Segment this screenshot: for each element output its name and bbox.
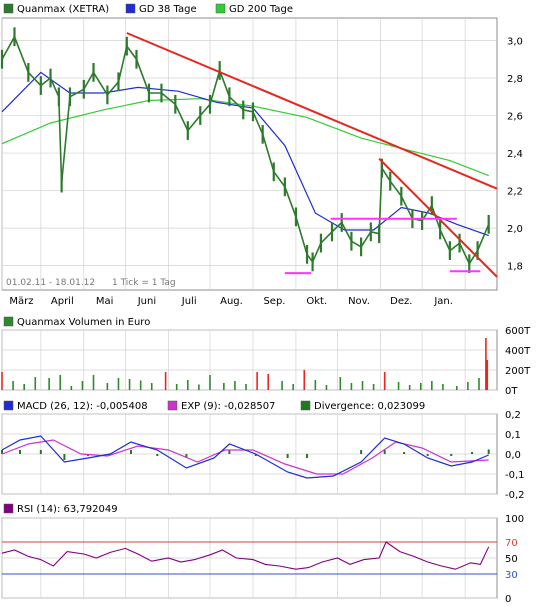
volume-y-tick-label: 400T [505,346,531,357]
price-x-tick-label: Sep. [263,296,285,307]
legend-swatch-sma200 [215,3,226,14]
price-y-tick-label: 2,8 [507,74,523,85]
legend-swatch-rsi [3,503,14,514]
legend-swatch-divergence [300,400,311,411]
price-x-tick-label: Juni [137,296,156,307]
price-y-tick-label: 2,0 [507,224,523,235]
price-x-tick-label: April [51,296,74,307]
price-x-tick-label: Mai [96,296,114,307]
rsi-y-tick-label: 30 [505,570,518,581]
price-y-tick-label: 2,2 [507,187,523,198]
price-x-tick-label: Juli [181,296,197,307]
legend-label-price: Quanmax (XETRA) [17,4,109,15]
volume-title: Quanmax Volumen in Euro [17,317,150,328]
stock-chart: Quanmax (XETRA) GD 38 Tage GD 200 Tage 3… [0,0,545,606]
price-y-tick-label: 3,0 [507,37,523,48]
date-range-label: 01.02.11 - 18.01.12 [6,278,95,288]
price-x-tick-label: März [9,296,33,307]
rsi-y-tick-label: 50 [505,554,518,565]
price-x-tick-label: Okt. [306,296,327,307]
price-x-tick-label: Nov. [348,296,370,307]
macd-y-tick-label: 0,2 [505,410,521,421]
legend-label-rsi: RSI (14): 63,792049 [17,504,118,515]
macd-y-tick-label: 0,1 [505,430,521,441]
rsi-y-tick-label: 0 [505,594,511,605]
legend-swatch-volume [3,316,14,327]
price-x-tick-label: Dez. [390,296,412,307]
price-x-tick-label: Jan. [433,296,453,307]
legend-label-sma200: GD 200 Tage [229,4,293,15]
tick-note: 1 Tick = 1 Tag [112,278,176,288]
legend-swatch-price [3,3,14,14]
price-x-tick-label: Aug. [220,296,243,307]
macd-y-tick-label: -0,1 [505,470,525,481]
legend-swatch-macd [3,400,14,411]
legend-label-sma38: GD 38 Tage [139,4,197,15]
volume-y-tick-label: 600T [505,326,531,337]
rsi-y-tick-label: 100 [505,514,524,525]
legend-label-divergence: Divergence: 0,023099 [314,401,425,412]
volume-y-tick-label: 200T [505,366,531,377]
price-y-tick-label: 2,6 [507,112,523,123]
price-y-tick-label: 1,8 [507,262,523,273]
macd-y-tick-label: 0,0 [505,450,521,461]
macd-y-tick-label: -0,2 [505,490,525,501]
volume-y-tick-label: 0T [505,386,518,397]
legend-swatch-sma38 [125,3,136,14]
price-y-tick-label: 2,4 [507,149,523,160]
rsi-y-tick-label: 70 [505,538,518,549]
legend-swatch-exp [167,400,178,411]
legend-label-macd: MACD (26, 12): -0,005408 [17,401,148,412]
legend-label-exp: EXP (9): -0,028507 [181,401,275,412]
